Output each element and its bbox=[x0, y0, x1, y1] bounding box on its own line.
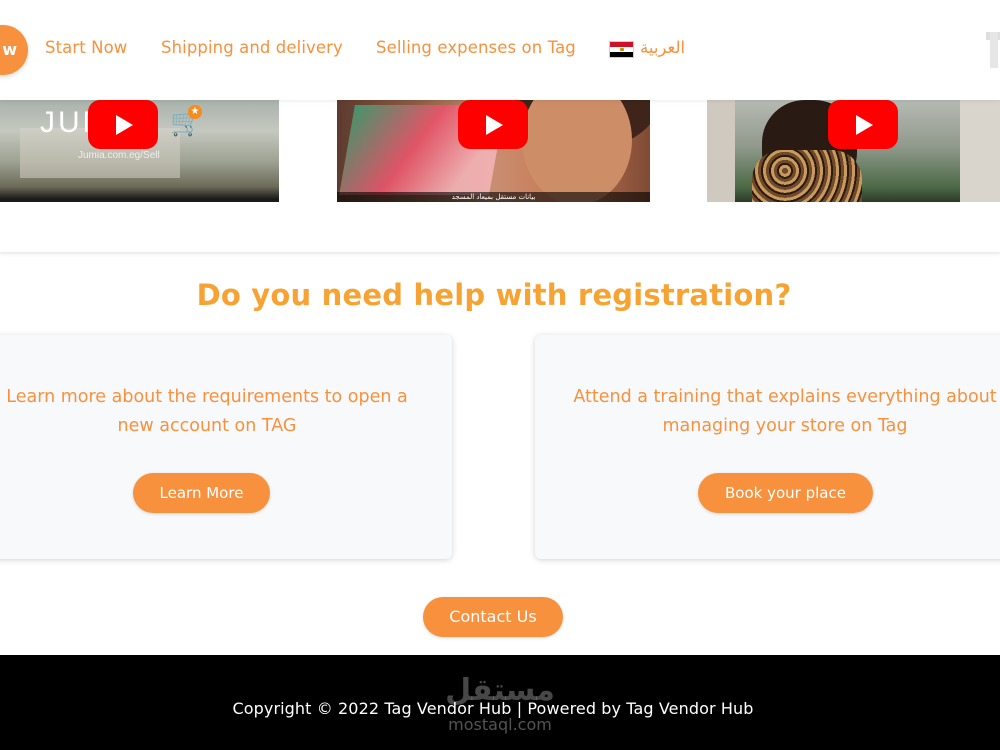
egypt-flag-icon[interactable] bbox=[609, 41, 634, 58]
nav-link-start-now[interactable]: Start Now bbox=[45, 38, 127, 57]
requirements-card-text: Learn more about the requirements to ope… bbox=[6, 387, 408, 436]
nav-link-selling-expenses[interactable]: Selling expenses on Tag bbox=[376, 38, 576, 57]
requirements-card: Learn more about the requirements to ope… bbox=[0, 335, 452, 559]
section-divider bbox=[0, 252, 1000, 254]
youtube-play-icon[interactable] bbox=[88, 100, 158, 149]
help-section-title: Do you need help with registration? bbox=[196, 278, 792, 312]
nav-link-shipping[interactable]: Shipping and delivery bbox=[161, 38, 343, 57]
video-thumbnail-child[interactable]: بيانات مستقل بميعاد المسجد bbox=[337, 100, 650, 202]
top-navigation: w Start Now Shipping and delivery Sellin… bbox=[0, 0, 1000, 100]
youtube-play-icon[interactable] bbox=[458, 100, 528, 149]
star-icon: ★ bbox=[188, 105, 202, 119]
youtube-play-icon[interactable] bbox=[828, 100, 898, 149]
footer: مستقل Copyright © 2022 Tag Vendor Hub | … bbox=[0, 655, 1000, 750]
book-your-place-button[interactable]: Book your place bbox=[698, 473, 873, 513]
video-thumbnail-woman[interactable] bbox=[707, 100, 1000, 202]
learn-more-button[interactable]: Learn More bbox=[133, 473, 270, 513]
watermark-latin: mostaql.com bbox=[448, 715, 552, 734]
video-subtitle: Jumia.com.eg/Sell bbox=[78, 150, 160, 161]
contact-us-button[interactable]: Contact Us bbox=[423, 597, 563, 637]
language-switch-link[interactable]: العربية bbox=[640, 38, 685, 57]
training-card: Attend a training that explains everythi… bbox=[535, 335, 1000, 559]
site-logo-partial[interactable] bbox=[984, 32, 1000, 68]
video-caption: بيانات مستقل بميعاد المسجد bbox=[337, 192, 650, 202]
video-thumbnail-jumia[interactable]: JUMIA 🛒 ★ Jumia.com.eg/Sell bbox=[0, 100, 279, 202]
nav-highlight-button[interactable]: w bbox=[0, 25, 28, 75]
training-card-text: Attend a training that explains everythi… bbox=[573, 387, 997, 436]
